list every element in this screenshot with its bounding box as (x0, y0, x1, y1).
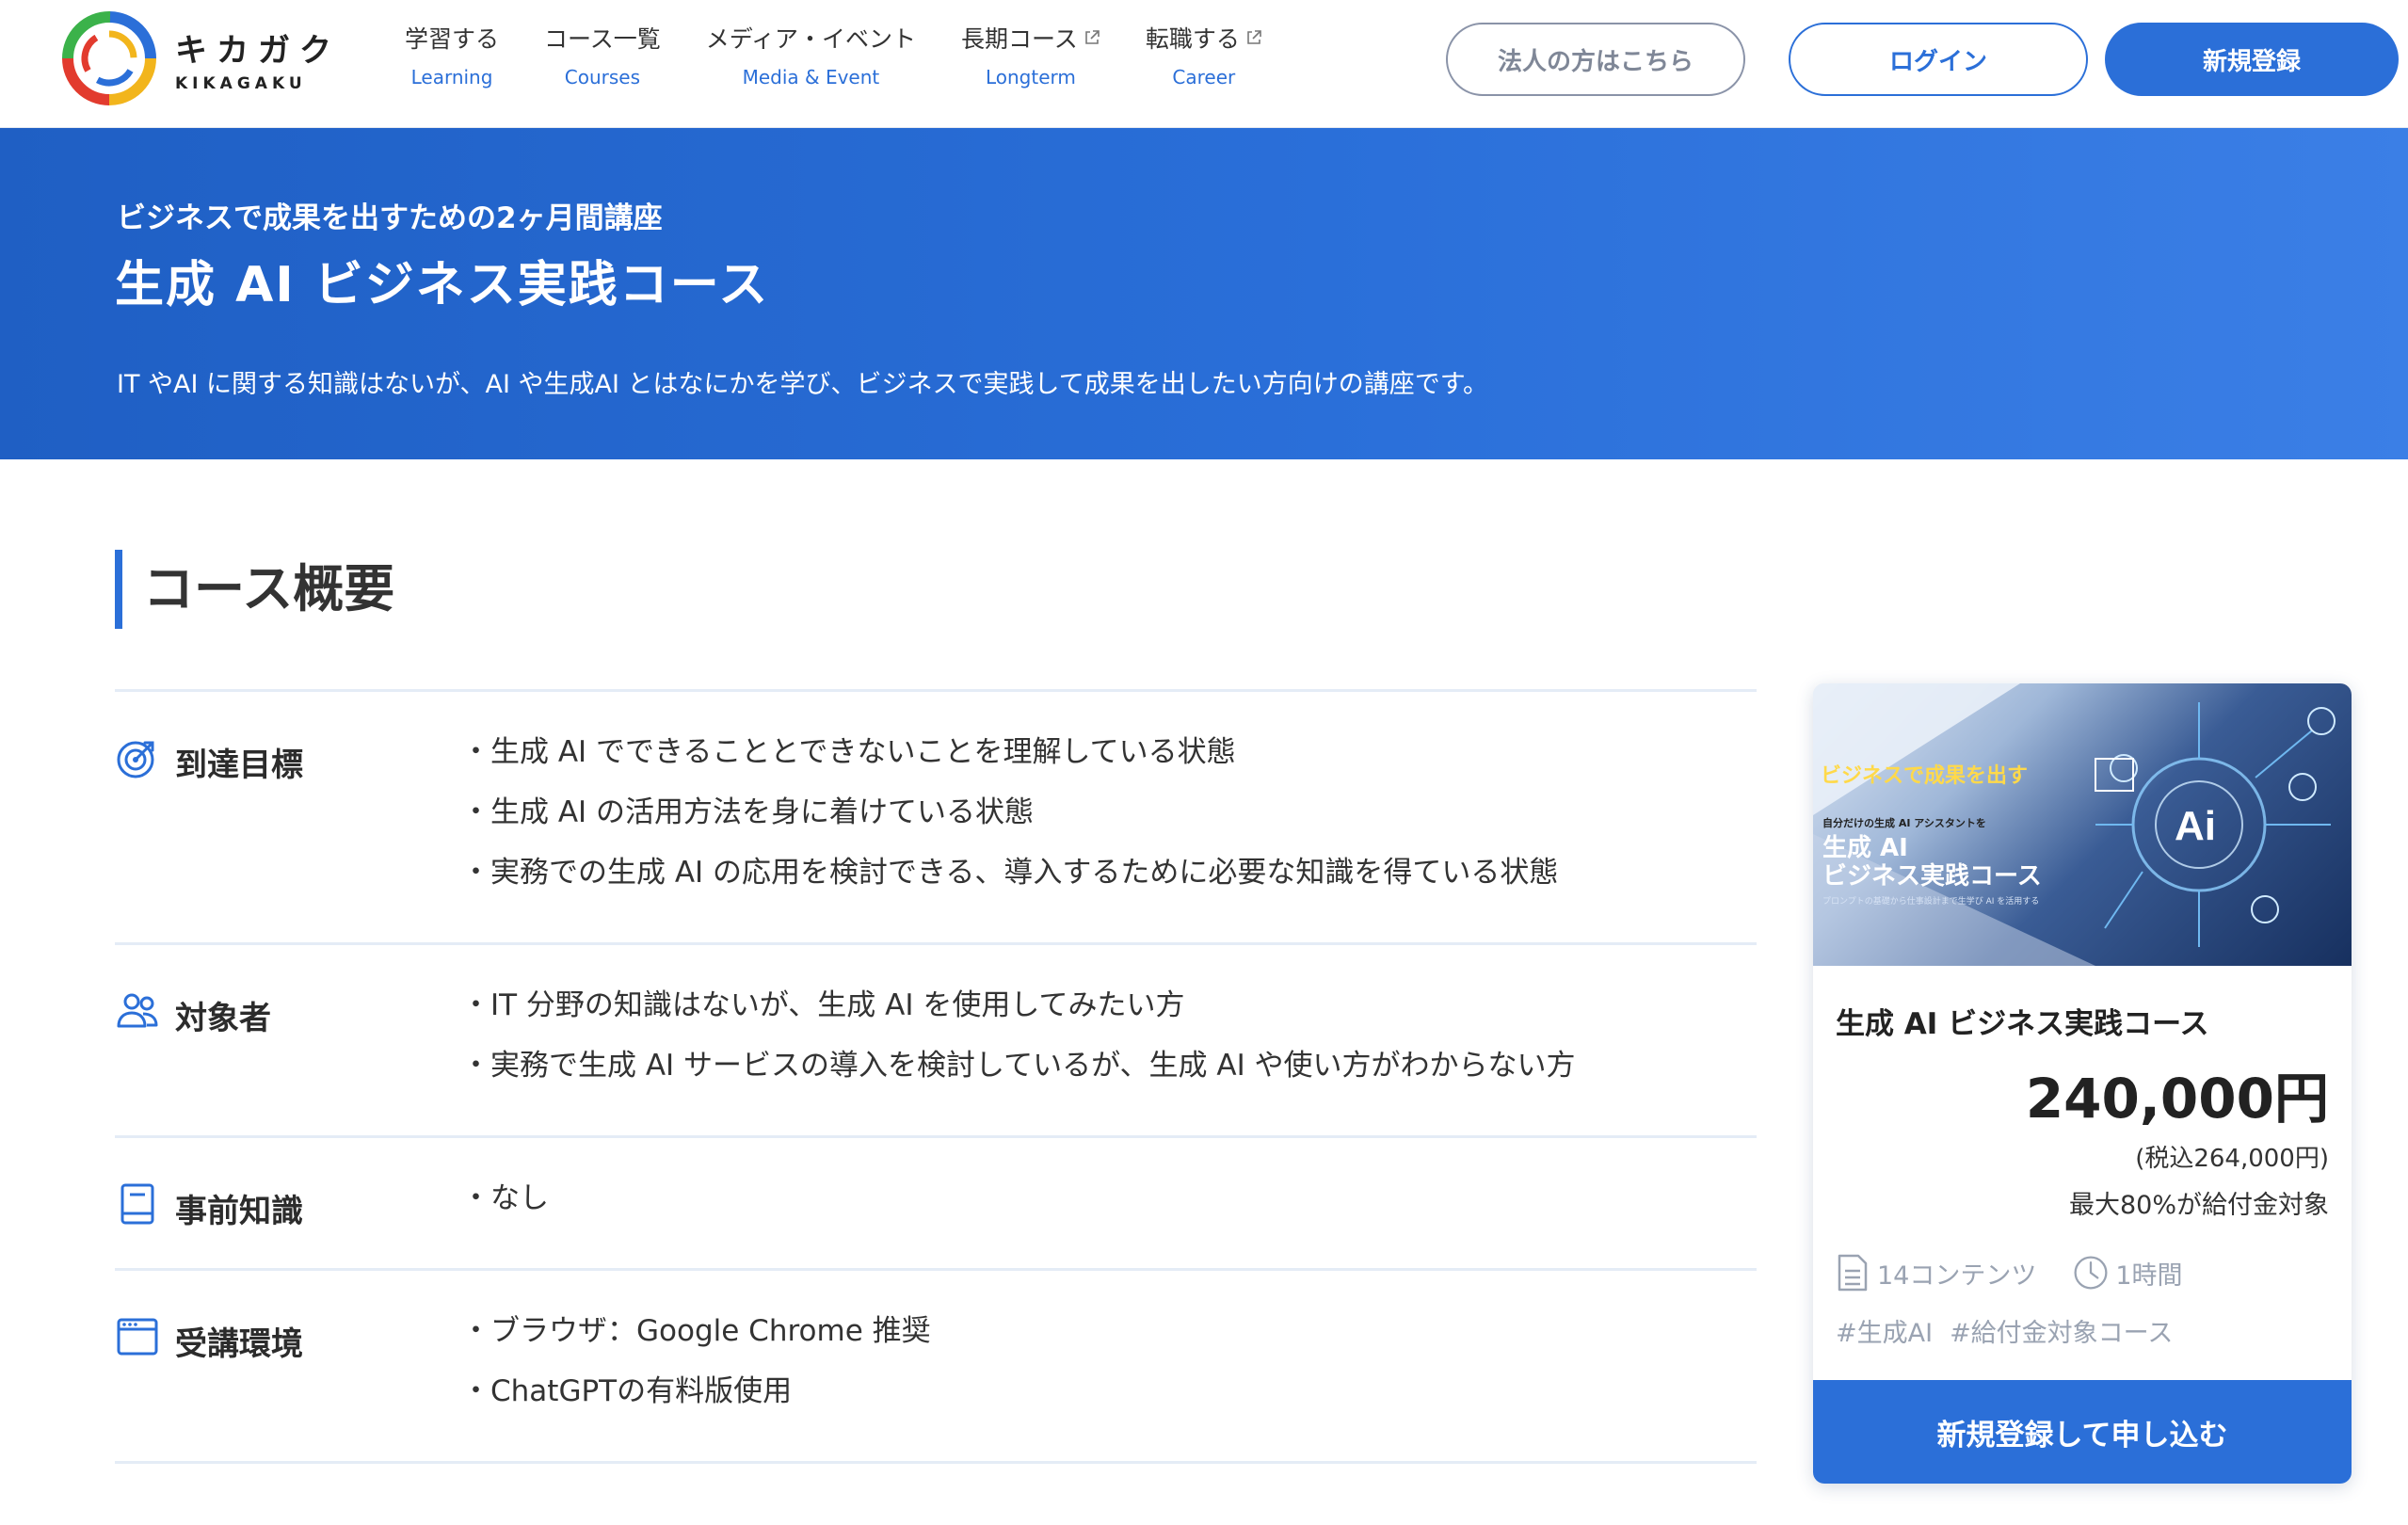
overview-item: ・生成 AI の活用方法を身に着けている状態 (461, 795, 1035, 829)
tag-subsidy-course[interactable]: #給付金対象コース (1950, 1312, 2173, 1349)
content-count: 14コンテンツ (1877, 1260, 2037, 1291)
hero-subtitle: ビジネスで成果を出すための2ヶ月間講座 (117, 201, 663, 235)
signup-button[interactable]: 新規登録 (2105, 23, 2399, 96)
users-icon (117, 993, 158, 1028)
nav-label-en: Media & Event (742, 66, 880, 88)
course-meta: 14コンテンツ 1時間 (1834, 1252, 2183, 1293)
nav-label-en: Courses (564, 66, 641, 88)
overview-item: ・生成 AI でできることとできないことを理解している状態 (461, 735, 1236, 769)
kikagaku-logo-icon (62, 11, 156, 105)
logo[interactable]: キカガク KIKAGAKU (62, 11, 341, 105)
target-icon (117, 741, 154, 779)
nav-label-jp: 転職する (1146, 21, 1262, 55)
logo-name-en: KIKAGAKU (175, 73, 307, 93)
external-link-icon (1247, 30, 1261, 44)
corporate-button[interactable]: 法人の方はこちら (1446, 23, 1745, 96)
nav-item-longterm[interactable]: 長期コース Longterm (961, 21, 1100, 88)
signup-apply-button[interactable]: 新規登録して申し込む (1813, 1380, 2352, 1484)
overview-row-prerequisites: 事前知識 ・なし (115, 1135, 1757, 1268)
nav-item-courses[interactable]: コース一覧 Courses (544, 21, 661, 88)
overview-item: ・ChatGPTの有料版使用 (461, 1374, 793, 1408)
nav-label-jp: 長期コース (961, 21, 1100, 55)
nav-item-career[interactable]: 転職する Career (1146, 21, 1262, 88)
hero-banner: ビジネスで成果を出すための2ヶ月間講座 生成 AI ビジネス実践コース IT や… (0, 128, 2408, 459)
overview-item: ・IT 分野の知識はないが、生成 AI を使用してみたい方 (461, 988, 1185, 1022)
tag-list: #生成AI #給付金対象コース (1836, 1312, 2190, 1349)
overview-item: ・実務で生成 AI サービスの導入を検討しているが、生成 AI や使い方がわから… (461, 1049, 1576, 1083)
price-tax-included: (税込264,000円) (2135, 1145, 2329, 1173)
overview-row-audience: 対象者 ・IT 分野の知識はないが、生成 AI を使用してみたい方 ・実務で生成… (115, 942, 1757, 1135)
site-header: キカガク KIKAGAKU 学習する Learning コース一覧 Course… (0, 0, 2408, 128)
overview-row-environment: 受講環境 ・ブラウザ：Google Chrome 推奨 ・ChatGPTの有料版… (115, 1268, 1757, 1464)
page-title: 生成 AI ビジネス実践コース (115, 257, 770, 313)
overview-label: 受講環境 (175, 1325, 303, 1363)
browser-icon (117, 1318, 158, 1356)
nav-label-jp: 学習する (405, 25, 500, 53)
main-nav: 学習する Learning コース一覧 Courses メディア・イベント Me… (405, 21, 1308, 88)
tag-generative-ai[interactable]: #生成AI (1836, 1312, 1933, 1349)
nav-label-en: Career (1172, 66, 1236, 88)
thumbnail-footer: プロンプトの基礎から仕事設計まで生学び AI を活用する (1822, 897, 2040, 907)
thumbnail-title: 生成 AI ビジネス実践コース (1822, 834, 2042, 891)
nav-label-jp: メディア・イベント (705, 25, 917, 53)
thumbnail-caption: 自分だけの生成 AI アシスタントを (1822, 817, 1986, 829)
nav-label-en: Learning (410, 66, 493, 88)
overview-label: 事前知識 (175, 1193, 303, 1230)
section-title: コース概要 (115, 550, 394, 629)
course-overview: 到達目標 ・生成 AI でできることとできないことを理解している状態 ・生成 A… (115, 689, 1757, 1464)
thumbnail-caption: ビジネスで成果を出す (1821, 764, 2029, 788)
nav-label-jp: コース一覧 (544, 25, 661, 53)
course-duration: 1時間 (2115, 1260, 2183, 1291)
external-link-icon (1085, 30, 1100, 44)
subsidy-note: 最大80%が給付金対象 (2068, 1191, 2329, 1220)
login-button[interactable]: ログイン (1789, 23, 2088, 96)
overview-item: ・ブラウザ：Google Chrome 推奨 (461, 1314, 931, 1348)
nav-label-en: Longterm (985, 66, 1076, 88)
overview-label: 対象者 (175, 1000, 271, 1037)
overview-item: ・実務での生成 AI の応用を検討できる、導入するために必要な知識を得ている状態 (461, 856, 1559, 890)
book-icon (120, 1183, 154, 1225)
card-title: 生成 AI ビジネス実践コース (1836, 1007, 2209, 1041)
overview-item: ・なし (461, 1181, 549, 1215)
course-card: Ai ビジネスで成果を出す 自分だけの生成 AI アシスタントを 生成 AI ビ… (1813, 683, 2352, 1484)
logo-name-jp: キカガク (175, 31, 341, 70)
hero-description: IT やAI に関する知識はないが、AI や生成AI とはなにかを学び、ビジネス… (117, 370, 1489, 399)
overview-row-goals: 到達目標 ・生成 AI でできることとできないことを理解している状態 ・生成 A… (115, 689, 1757, 942)
nav-item-learning[interactable]: 学習する Learning (405, 21, 499, 88)
nav-item-media-event[interactable]: メディア・イベント Media & Event (706, 21, 916, 88)
document-icon (1838, 1254, 1868, 1292)
course-thumbnail[interactable]: Ai ビジネスで成果を出す 自分だけの生成 AI アシスタントを 生成 AI ビ… (1813, 683, 2352, 966)
clock-icon (2074, 1256, 2108, 1290)
price: 240,000円 (2025, 1067, 2329, 1131)
svg-text:Ai: Ai (2175, 803, 2216, 849)
overview-label: 到達目標 (175, 746, 303, 784)
